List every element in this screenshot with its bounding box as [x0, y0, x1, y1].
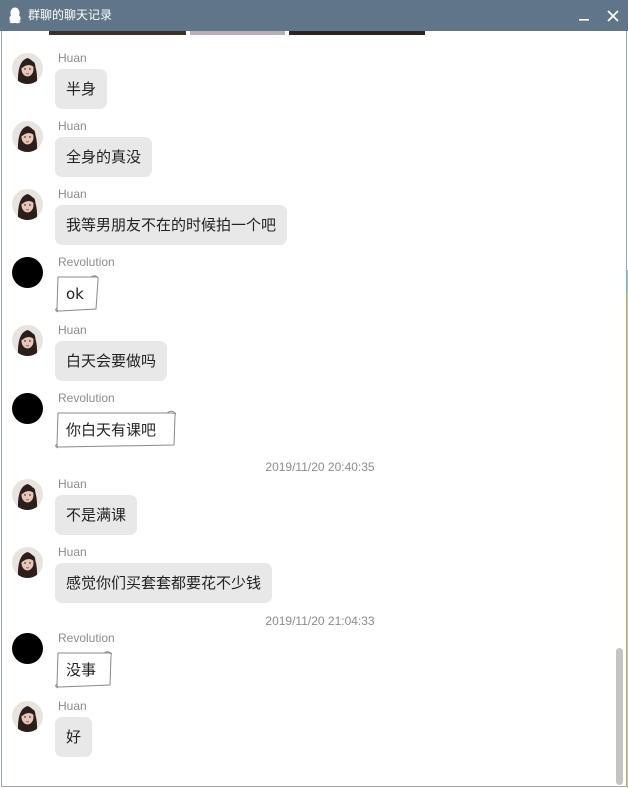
- avatar-huan[interactable]: [12, 189, 43, 220]
- avatar-huan[interactable]: [12, 547, 43, 578]
- timestamp: 2019/11/20 21:04:33: [265, 614, 375, 628]
- avatar-huan[interactable]: [12, 121, 43, 152]
- avatar-revolution[interactable]: [12, 393, 43, 424]
- avatar-revolution[interactable]: [12, 257, 43, 288]
- message-bubble: 白天会要做吗: [55, 341, 168, 381]
- message-bubble: 感觉你们买套套都要花不少钱: [55, 563, 273, 603]
- message-bubble: 好: [55, 717, 93, 757]
- message-bubble: 半身: [55, 69, 108, 109]
- message-bubble: 不是满课: [55, 495, 138, 535]
- vertical-scrollbar-thumb[interactable]: [616, 648, 623, 785]
- sender-name: Huan: [58, 323, 87, 337]
- sender-name: Huan: [58, 51, 87, 65]
- avatar-huan[interactable]: [12, 53, 43, 84]
- timestamp: 2019/11/20 20:40:35: [265, 460, 375, 474]
- sender-name: Huan: [58, 545, 87, 559]
- avatar-huan[interactable]: [12, 701, 43, 732]
- avatar-huan[interactable]: [12, 479, 43, 510]
- window-title: 群聊的聊天记录: [28, 8, 113, 22]
- close-icon[interactable]: [603, 6, 623, 26]
- sender-name: Revolution: [58, 255, 115, 269]
- message-text: ok: [66, 285, 84, 303]
- sender-name: Huan: [58, 699, 87, 713]
- title-bar: 群聊的聊天记录: [0, 0, 628, 31]
- sender-name: Huan: [58, 187, 87, 201]
- minimize-icon[interactable]: [574, 6, 594, 26]
- avatar-revolution[interactable]: [12, 633, 43, 664]
- qq-penguin-icon: [8, 7, 22, 28]
- sender-name: Huan: [58, 119, 87, 133]
- sender-name: Revolution: [58, 631, 115, 645]
- message-bubble: 我等男朋友不在的时候拍一个吧: [55, 205, 288, 245]
- sender-name: Revolution: [58, 391, 115, 405]
- message-text: 你白天有课吧: [66, 421, 157, 439]
- avatar-huan[interactable]: [12, 325, 43, 356]
- sender-name: Huan: [58, 477, 87, 491]
- message-bubble: 全身的真没: [55, 137, 153, 177]
- chat-history-pane[interactable]: Huan 半身 Huan 全身的真没 Huan 我等男朋友不在的时候拍一个吧 R…: [1, 31, 627, 787]
- message-text: 没事: [66, 661, 97, 679]
